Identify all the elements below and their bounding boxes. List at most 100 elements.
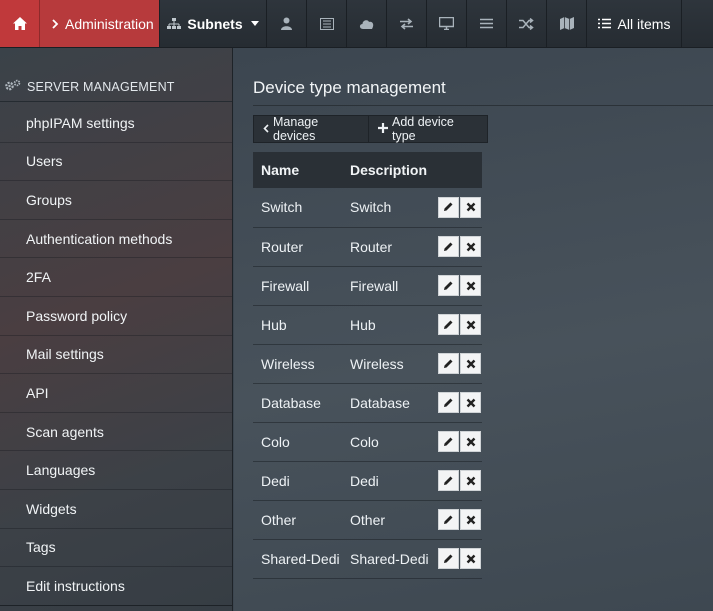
all-items-menu[interactable]: All items [587, 0, 682, 47]
sidebar-item-label: Groups [26, 191, 72, 208]
device-type-description: Dedi [350, 472, 379, 489]
row-actions [430, 539, 482, 578]
device-type-name: Database [261, 394, 321, 411]
sidebar-header-label: SERVER MANAGEMENT [27, 79, 175, 94]
delete-button[interactable] [460, 431, 481, 452]
subnets-menu[interactable]: Subnets [160, 0, 267, 47]
table-row: Other Other [253, 500, 482, 539]
table-row: Router Router [253, 227, 482, 266]
nav-transfer[interactable] [387, 0, 427, 47]
pencil-icon [443, 395, 454, 411]
list-icon [597, 18, 611, 29]
pencil-icon [443, 278, 454, 294]
nav-devices[interactable] [427, 0, 467, 47]
caret-down-icon [250, 21, 259, 26]
sidebar-item-tags[interactable]: Tags [0, 529, 232, 568]
edit-button[interactable] [438, 353, 459, 374]
sidebar-item-phpipam-settings[interactable]: phpIPAM settings [0, 104, 232, 143]
edit-button[interactable] [438, 548, 459, 569]
device-type-description: Firewall [350, 277, 399, 294]
sidebar-item-api[interactable]: API [0, 374, 232, 413]
nav-menu[interactable] [467, 0, 507, 47]
device-type-description: Database [350, 394, 410, 411]
table-row: Shared-Dedi Shared-Dedi [253, 539, 482, 578]
close-icon [466, 434, 476, 450]
nav-list[interactable] [307, 0, 347, 47]
device-type-description: Hub [350, 316, 376, 333]
edit-button[interactable] [438, 392, 459, 413]
column-header-actions [430, 152, 482, 188]
nav-users[interactable] [267, 0, 307, 47]
pencil-icon [443, 239, 454, 255]
delete-button[interactable] [460, 470, 481, 491]
edit-button[interactable] [438, 431, 459, 452]
sidebar-item-label: API [26, 384, 49, 401]
table-row: Switch Switch [253, 188, 482, 227]
sidebar-item-label: Languages [26, 462, 96, 479]
delete-button[interactable] [460, 509, 481, 530]
delete-button[interactable] [460, 353, 481, 374]
pencil-icon [443, 473, 454, 489]
sidebar-item-edit-instructions[interactable]: Edit instructions [0, 567, 232, 606]
sidebar-item-label: Password policy [26, 307, 128, 324]
nav-cloud[interactable] [347, 0, 387, 47]
toolbar: Manage devices Add device type [253, 115, 488, 143]
edit-button[interactable] [438, 236, 459, 257]
nav-random[interactable] [507, 0, 547, 47]
edit-button[interactable] [438, 470, 459, 491]
list-alt-icon [319, 17, 334, 30]
sidebar-item-authentication-methods[interactable]: Authentication methods [0, 220, 232, 259]
edit-button[interactable] [438, 509, 459, 530]
device-type-name: Hub [261, 316, 287, 333]
pencil-icon [443, 356, 454, 372]
edit-button[interactable] [438, 314, 459, 335]
delete-button[interactable] [460, 275, 481, 296]
edit-button[interactable] [438, 275, 459, 296]
device-type-name: Colo [261, 433, 290, 450]
sidebar-item-label: Users [26, 153, 63, 170]
sidebar-item-scan-agents[interactable]: Scan agents [0, 413, 232, 452]
sidebar-item-label: 2FA [26, 269, 51, 286]
plus-icon [378, 122, 388, 136]
row-actions [430, 422, 482, 461]
delete-button[interactable] [460, 548, 481, 569]
sidebar-item-2fa[interactable]: 2FA [0, 258, 232, 297]
home-button[interactable] [0, 0, 40, 47]
manage-devices-button[interactable]: Manage devices [253, 115, 369, 143]
row-actions [430, 227, 482, 266]
row-actions [430, 188, 482, 227]
row-actions [430, 383, 482, 422]
close-icon [466, 512, 476, 528]
add-device-type-button[interactable]: Add device type [369, 115, 488, 143]
chevron-right-icon [52, 18, 59, 29]
row-actions [430, 305, 482, 344]
cogs-icon [4, 79, 22, 95]
device-type-name: Shared-Dedi [261, 550, 340, 567]
sidebar-item-users[interactable]: Users [0, 143, 232, 182]
title-divider [253, 105, 713, 106]
sidebar-item-widgets[interactable]: Widgets [0, 490, 232, 529]
sidebar-item-label: Scan agents [26, 423, 104, 440]
sidebar-item-password-policy[interactable]: Password policy [0, 297, 232, 336]
device-type-name: Router [261, 238, 304, 255]
device-type-description: Wireless [350, 355, 404, 372]
random-icon [519, 17, 534, 30]
nav-map[interactable] [547, 0, 587, 47]
exchange-icon [399, 17, 414, 30]
sidebar-menu: phpIPAM settings Users Groups Authentica… [0, 104, 232, 606]
device-type-description: Shared-Dedi [350, 550, 429, 567]
sidebar-item-label: Mail settings [26, 346, 104, 363]
delete-button[interactable] [460, 392, 481, 413]
edit-button[interactable] [438, 196, 459, 218]
sidebar-item-languages[interactable]: Languages [0, 451, 232, 490]
sidebar-item-groups[interactable]: Groups [0, 181, 232, 220]
sidebar-item-mail-settings[interactable]: Mail settings [0, 336, 232, 375]
administration-menu[interactable]: Administration [40, 0, 160, 47]
device-type-description: Switch [350, 199, 392, 216]
delete-button[interactable] [460, 314, 481, 335]
device-type-name: Dedi [261, 472, 290, 489]
device-types-table: Name Description Switch Switch Router Route… [253, 152, 482, 579]
delete-button[interactable] [460, 196, 481, 218]
sidebar-item-label: phpIPAM settings [26, 114, 135, 131]
delete-button[interactable] [460, 236, 481, 257]
